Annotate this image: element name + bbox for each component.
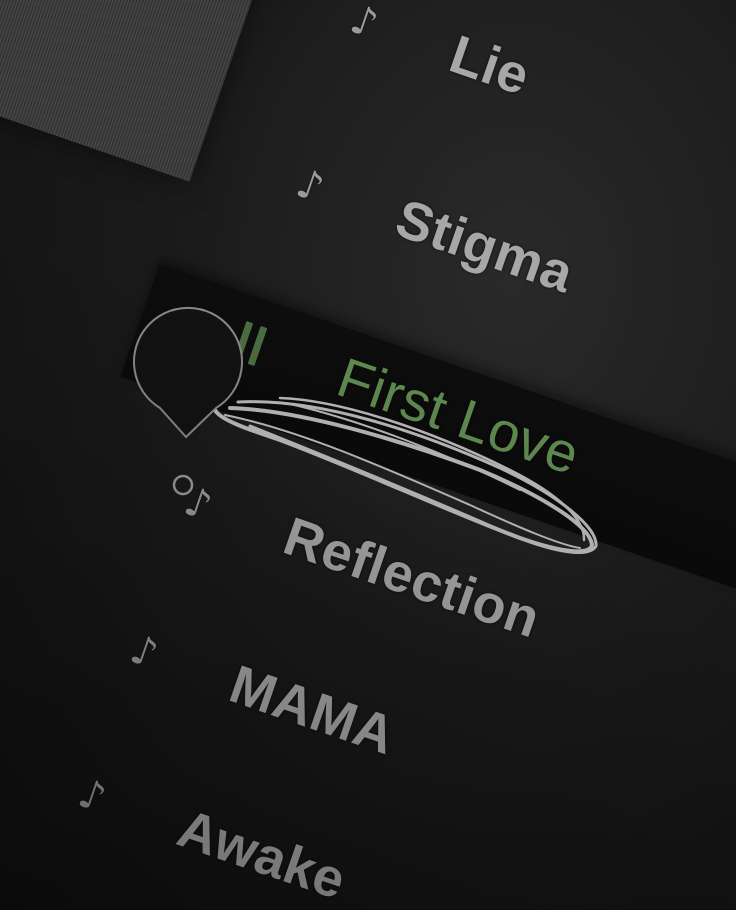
music-note-icon: ♪	[178, 478, 218, 531]
track-title: Awake	[170, 798, 354, 910]
track-row-first-love[interactable]: First Love	[227, 302, 590, 494]
track-title: Reflection	[276, 506, 548, 650]
track-title-playing: First Love	[329, 344, 588, 486]
music-note-icon: ♪	[124, 626, 164, 679]
music-note-icon: ♪	[290, 160, 330, 213]
track-title: MAMA	[222, 654, 403, 767]
music-note-icon: ♪	[344, 0, 384, 49]
track-title: Stigma	[388, 188, 582, 305]
track-row-awake[interactable]: ♪ Awake	[67, 754, 356, 910]
music-note-icon: ♪	[72, 770, 112, 823]
pause-icon[interactable]	[233, 321, 280, 371]
track-title: Lie	[442, 24, 538, 107]
track-row-reflection[interactable]: ♪ Reflection	[173, 462, 551, 659]
music-app-screen: ♪ Lie ♪ Stigma First Love ♪ Reflection ♪…	[0, 0, 736, 910]
track-list: ♪ Lie ♪ Stigma First Love ♪ Reflection ♪…	[0, 0, 736, 910]
track-row-lie[interactable]: ♪ Lie	[339, 0, 540, 116]
track-row-stigma[interactable]: ♪ Stigma	[285, 144, 584, 314]
track-row-mama[interactable]: ♪ MAMA	[119, 610, 406, 775]
